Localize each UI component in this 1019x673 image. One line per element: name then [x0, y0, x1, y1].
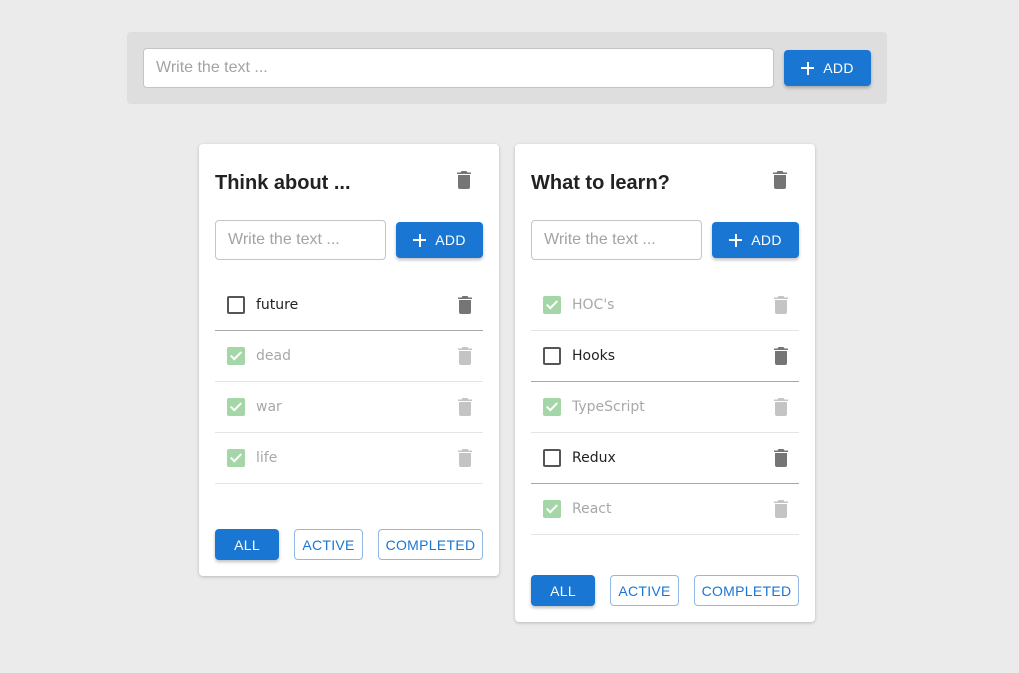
filter-active-button[interactable]: ACTIVE: [294, 529, 363, 560]
new-task-input[interactable]: [531, 220, 702, 260]
task-checkbox[interactable]: [227, 347, 245, 365]
filter-completed-button[interactable]: COMPLETED: [694, 575, 799, 606]
delete-task-icon[interactable]: [774, 296, 788, 319]
filter-buttons: ALL ACTIVE COMPLETED: [215, 529, 483, 560]
task-checkbox[interactable]: [227, 296, 245, 314]
task-checkbox[interactable]: [543, 500, 561, 518]
trash-icon: [458, 296, 472, 314]
delete-task-icon[interactable]: [774, 398, 788, 421]
filter-all-button[interactable]: ALL: [215, 529, 279, 560]
trash-icon: [457, 171, 471, 189]
task-checkbox[interactable]: [227, 449, 245, 467]
task-list: HOC's Hooks TypeScript Redux React: [531, 280, 799, 535]
add-list-label: ADD: [823, 60, 854, 76]
trash-icon: [774, 449, 788, 467]
task-text[interactable]: HOC's: [572, 297, 614, 313]
task-item: HOC's: [531, 280, 799, 331]
trash-icon: [773, 171, 787, 189]
trash-icon: [458, 449, 472, 467]
task-item: React: [531, 484, 799, 535]
task-checkbox[interactable]: [543, 449, 561, 467]
task-item: future: [215, 280, 483, 331]
task-text[interactable]: war: [256, 399, 282, 415]
delete-task-icon[interactable]: [774, 449, 788, 472]
delete-task-icon[interactable]: [458, 398, 472, 421]
delete-list-icon[interactable]: [773, 171, 787, 194]
add-task-button[interactable]: ADD: [712, 222, 799, 258]
task-checkbox[interactable]: [543, 398, 561, 416]
delete-task-icon[interactable]: [774, 500, 788, 523]
task-text[interactable]: Hooks: [572, 348, 615, 364]
plus-icon: [729, 233, 743, 247]
list-title[interactable]: Think about ...: [215, 172, 351, 195]
task-item: TypeScript: [531, 382, 799, 433]
delete-task-icon[interactable]: [458, 449, 472, 472]
new-list-input[interactable]: [143, 48, 774, 88]
delete-list-icon[interactable]: [457, 171, 471, 194]
trash-icon: [774, 398, 788, 416]
add-task-label: ADD: [751, 232, 782, 248]
todolist-card: What to learn? ADD HOC's Hooks TypeScript R…: [515, 144, 815, 622]
todolist-card: Think about ... ADD future dead war life AL…: [199, 144, 499, 576]
task-text[interactable]: React: [572, 501, 611, 517]
task-item: Redux: [531, 433, 799, 484]
task-list: future dead war life: [215, 280, 483, 484]
task-text[interactable]: dead: [256, 348, 291, 364]
new-task-input[interactable]: [215, 220, 386, 260]
delete-task-icon[interactable]: [458, 296, 472, 319]
task-item: Hooks: [531, 331, 799, 382]
add-task-label: ADD: [435, 232, 466, 248]
task-item: war: [215, 382, 483, 433]
add-task-button[interactable]: ADD: [396, 222, 483, 258]
task-text[interactable]: TypeScript: [572, 399, 645, 415]
trash-icon: [774, 296, 788, 314]
trash-icon: [774, 500, 788, 518]
plus-icon: [413, 233, 427, 247]
task-text[interactable]: future: [256, 297, 298, 313]
trash-icon: [458, 398, 472, 416]
filter-all-button[interactable]: ALL: [531, 575, 595, 606]
task-checkbox[interactable]: [543, 347, 561, 365]
trash-icon: [458, 347, 472, 365]
add-list-bar: ADD: [127, 32, 887, 104]
task-text[interactable]: life: [256, 450, 277, 466]
task-item: dead: [215, 331, 483, 382]
task-item: life: [215, 433, 483, 484]
filter-buttons: ALL ACTIVE COMPLETED: [531, 575, 799, 606]
task-text[interactable]: Redux: [572, 450, 616, 466]
add-list-button[interactable]: ADD: [784, 50, 871, 86]
filter-active-button[interactable]: ACTIVE: [610, 575, 679, 606]
list-title[interactable]: What to learn?: [531, 172, 670, 195]
filter-completed-button[interactable]: COMPLETED: [378, 529, 483, 560]
task-checkbox[interactable]: [543, 296, 561, 314]
delete-task-icon[interactable]: [458, 347, 472, 370]
trash-icon: [774, 347, 788, 365]
delete-task-icon[interactable]: [774, 347, 788, 370]
plus-icon: [801, 61, 815, 75]
task-checkbox[interactable]: [227, 398, 245, 416]
